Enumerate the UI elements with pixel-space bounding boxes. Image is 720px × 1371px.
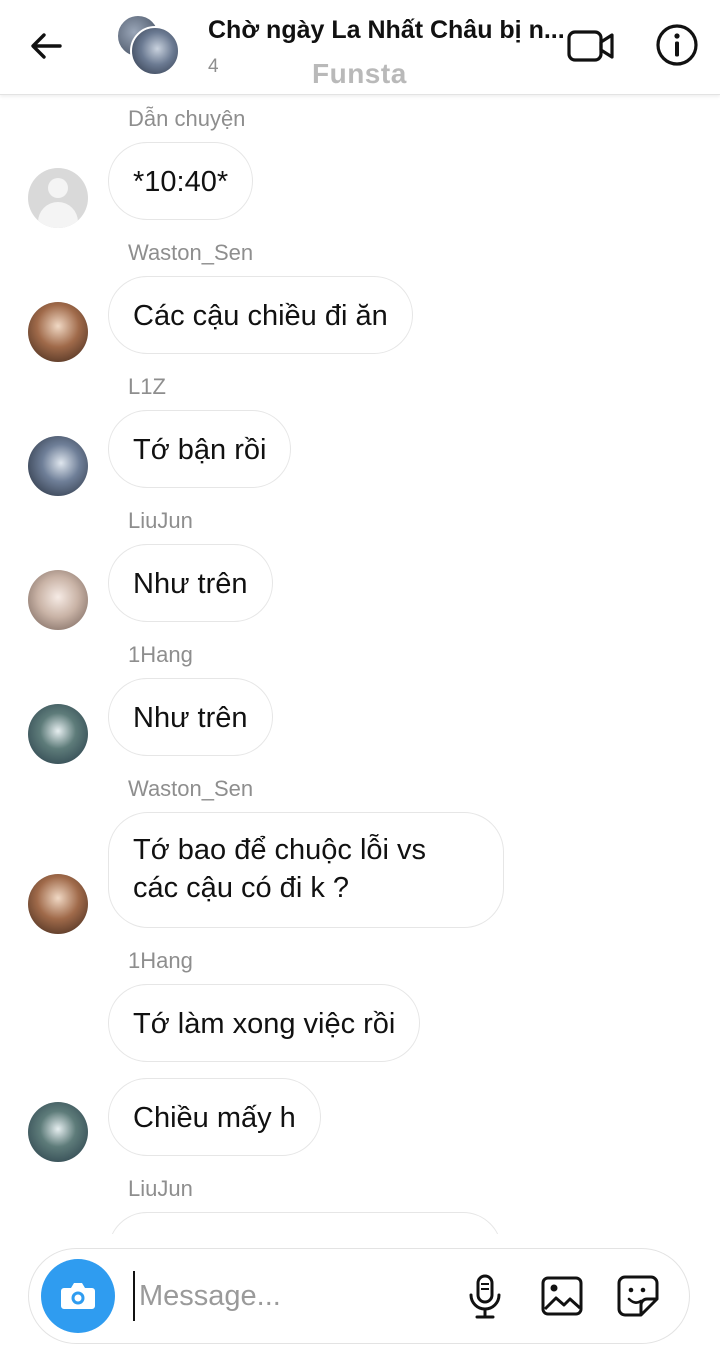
sender-name: Waston_Sen: [128, 776, 254, 801]
avatar-l1z[interactable]: [28, 436, 88, 496]
watermark: Funsta: [312, 58, 407, 89]
avatar-liujun[interactable]: [28, 570, 88, 630]
message-bubble[interactable]: Tớ bao để chuộc lỗi vs các cậu có đi k ?: [108, 812, 504, 928]
sender-name: 1Hang: [128, 642, 193, 667]
message-bubble[interactable]: Chiều mấy h: [108, 1078, 321, 1156]
message-bubble[interactable]: *10:40*: [108, 142, 254, 220]
chat-title[interactable]: Chờ ngày La Nhất Châu bị n...: [208, 16, 568, 45]
sticker-icon[interactable]: [615, 1273, 661, 1319]
member-count: 4: [208, 56, 219, 77]
message-composer: [28, 1248, 690, 1344]
message-list[interactable]: Dẫn chuyện *10:40* Waston_Sen Các cậu ch…: [0, 94, 720, 1234]
sender-name: LiuJun: [128, 508, 193, 533]
avatar-waston-sen[interactable]: [28, 874, 88, 934]
sender-name: L1Z: [128, 374, 166, 399]
image-gallery-icon[interactable]: [539, 1273, 585, 1319]
sender-name: LiuJun: [128, 1176, 193, 1201]
avatar-1hang[interactable]: [28, 1102, 88, 1162]
message-bubble[interactable]: Tớ bận rồi: [108, 410, 292, 488]
microphone-icon[interactable]: [463, 1273, 507, 1321]
back-arrow-icon[interactable]: [26, 26, 66, 66]
camera-icon[interactable]: [41, 1259, 115, 1333]
info-icon[interactable]: [654, 22, 700, 68]
sender-name: 1Hang: [128, 948, 193, 973]
message-input[interactable]: [133, 1271, 461, 1321]
group-avatar-member-2: [130, 26, 180, 76]
message-bubble[interactable]: Như trên: [108, 678, 273, 756]
chat-header: Chờ ngày La Nhất Châu bị n... 4 Funsta: [0, 0, 720, 95]
video-call-icon[interactable]: [566, 24, 616, 68]
message-bubble-partial[interactable]: [108, 1212, 502, 1234]
avatar-1hang[interactable]: [28, 704, 88, 764]
sender-name: Dẫn chuyện: [128, 106, 246, 131]
default-avatar-icon[interactable]: [28, 168, 88, 228]
message-bubble[interactable]: Các cậu chiều đi ăn: [108, 276, 413, 354]
avatar-waston-sen[interactable]: [28, 302, 88, 362]
sender-name: Waston_Sen: [128, 240, 254, 265]
message-bubble[interactable]: Như trên: [108, 544, 273, 622]
message-bubble[interactable]: Tớ làm xong việc rồi: [108, 984, 421, 1062]
group-avatar[interactable]: [114, 14, 180, 76]
